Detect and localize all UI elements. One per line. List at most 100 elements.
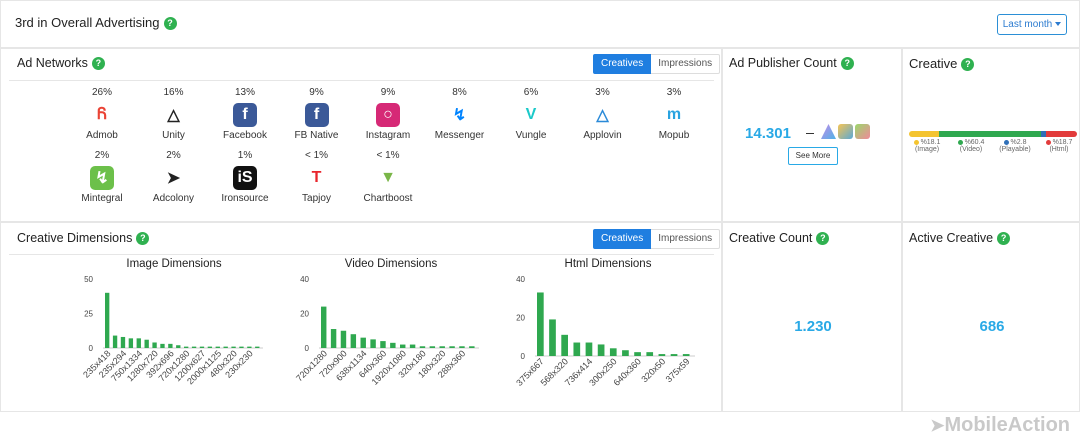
chart-bar	[469, 346, 475, 348]
ad-network-mopub[interactable]: 3% m Mopub	[634, 87, 714, 141]
rocket-icon: ➤	[930, 416, 945, 435]
chart-bar	[439, 346, 445, 348]
admob-icon: Ᏺ	[97, 106, 107, 123]
ad-network-vungle[interactable]: 6% V Vungle	[491, 87, 571, 141]
ad-network-instagram[interactable]: 9% ○ Instagram	[348, 87, 428, 141]
creative-count-panel: Creative Count? 1.230	[722, 222, 902, 412]
creative-legend-item: %18.7 (Html)	[1041, 139, 1077, 153]
help-icon[interactable]: ?	[961, 58, 975, 72]
ad-network-percent: 13%	[234, 87, 255, 98]
ad-network-name: Applovin	[583, 130, 622, 141]
help-icon[interactable]: ?	[163, 17, 177, 31]
chart-bar	[176, 345, 181, 348]
page-title: 3rd in Overall Advertising?	[15, 15, 177, 31]
creative-count-title-text: Creative Count	[729, 231, 813, 245]
creative-segment-html	[1045, 131, 1077, 137]
ad-network-facebook[interactable]: 13% f Facebook	[205, 87, 285, 141]
publisher-title-text: Ad Publisher Count	[729, 56, 837, 70]
y-tick-label: 0	[89, 344, 94, 353]
chart-bar	[191, 346, 197, 348]
ad-network-name: Facebook	[223, 130, 267, 141]
ad-network-adcolony[interactable]: 2% ➤ Adcolony	[134, 150, 214, 204]
see-more-button[interactable]: See More	[788, 147, 838, 165]
watermark-text: MobileAction	[944, 414, 1070, 436]
ad-network-applovin[interactable]: 3% △ Applovin	[563, 87, 643, 141]
creative-segment-video	[939, 131, 1041, 137]
ad-network-ironsource[interactable]: 1% iS Ironsource	[205, 150, 285, 204]
adcolony-icon: ➤	[166, 170, 181, 187]
dimensions-title: Creative Dimensions?	[17, 231, 150, 246]
chart-bar	[400, 344, 406, 348]
ad-network-unity[interactable]: 16% △ Unity	[134, 87, 214, 141]
help-icon[interactable]: ?	[91, 57, 105, 71]
ad-network-tapjoy[interactable]: < 1% T Tapjoy	[277, 150, 357, 204]
chart-bar	[223, 346, 228, 348]
chart-bar	[239, 346, 244, 348]
creative-legend-item: %60.4 (Video)	[953, 139, 989, 153]
dimensions-title-text: Creative Dimensions	[17, 231, 133, 245]
creative-dimensions-panel: Creative Dimensions? Creatives Impressio…	[0, 222, 722, 412]
creative-legend-pct: %18.7	[1052, 139, 1073, 146]
chart-bar	[549, 319, 556, 356]
ad-network-name: FB Native	[294, 130, 339, 141]
active-creative-panel: Active Creative? 686	[902, 222, 1080, 412]
ad-network-fb-native[interactable]: 9% f FB Native	[277, 87, 357, 141]
ad-network-percent: 8%	[452, 87, 467, 98]
creative-legend-label: (Html)	[1049, 146, 1069, 153]
creative-legend-item: %2.8 (Playable)	[997, 139, 1033, 153]
ironsource-icon: iS	[233, 166, 257, 190]
ad-network-name: Tapjoy	[302, 193, 331, 204]
help-icon[interactable]: ?	[816, 232, 830, 246]
ad-networks-title: Ad Networks?	[17, 56, 105, 71]
ad-network-admob[interactable]: 26% Ᏺ Admob	[62, 87, 142, 141]
help-icon[interactable]: ?	[997, 232, 1011, 246]
publisher-app-icons	[821, 124, 870, 139]
y-tick-label: 25	[84, 310, 93, 319]
ad-network-mintegral[interactable]: 2% ↯ Mintegral	[62, 150, 142, 204]
y-tick-label: 0	[521, 352, 526, 361]
chart-bar	[255, 346, 260, 348]
ad-network-percent: 1%	[237, 150, 253, 161]
ad-network-name: Messenger	[434, 130, 485, 141]
chart-bar	[429, 346, 436, 348]
ad-networks-toggle: Creatives Impressions	[593, 54, 721, 74]
ad-network-percent: 2%	[166, 150, 181, 161]
chart-bar	[561, 334, 568, 356]
chart-bar	[231, 346, 236, 348]
ad-networks-divider	[9, 80, 714, 81]
ad-network-percent: < 1%	[376, 150, 400, 161]
messenger-icon: ↯	[452, 107, 467, 124]
impressions-tab[interactable]: Impressions	[651, 54, 721, 74]
chart-bar	[409, 344, 416, 348]
creative-segment-image	[909, 131, 940, 137]
ad-network-name: Ironsource	[221, 193, 269, 204]
date-range-dropdown[interactable]: Last month	[997, 14, 1067, 35]
help-icon[interactable]: ?	[840, 57, 854, 71]
y-tick-label: 50	[84, 275, 93, 284]
publisher-panel: Ad Publisher Count? 14.301 See More	[722, 48, 902, 222]
fb-native-icon: f	[304, 103, 329, 127]
creatives-tab[interactable]: Creatives	[593, 229, 652, 249]
dash-separator	[806, 133, 814, 134]
y-tick-label: 40	[300, 275, 309, 284]
chart-bar	[350, 334, 357, 348]
ad-network-messenger[interactable]: 8% ↯ Messenger	[420, 87, 500, 141]
creative-count-value: 1.230	[794, 318, 832, 335]
creatives-tab[interactable]: Creatives	[593, 54, 652, 74]
chart-bar	[112, 335, 118, 348]
instagram-icon: ○	[376, 103, 400, 127]
impressions-tab[interactable]: Impressions	[651, 229, 721, 249]
x-tick-label: 320x50	[639, 356, 667, 384]
creative-legend-pct: %18.1	[920, 139, 941, 146]
y-tick-label: 20	[300, 310, 309, 319]
chart-bar	[120, 336, 126, 348]
vungle-icon: V	[525, 106, 537, 123]
help-icon[interactable]: ?	[136, 232, 150, 246]
chart-bar	[360, 337, 366, 348]
ad-network-name: Mintegral	[81, 193, 123, 204]
header-bar: 3rd in Overall Advertising? Last month	[0, 0, 1080, 48]
legend-dot-icon	[1003, 139, 1009, 145]
ad-network-percent: 6%	[523, 87, 539, 98]
facebook-icon: f	[233, 103, 257, 127]
ad-network-chartboost[interactable]: < 1% ▼ Chartboost	[348, 150, 428, 204]
